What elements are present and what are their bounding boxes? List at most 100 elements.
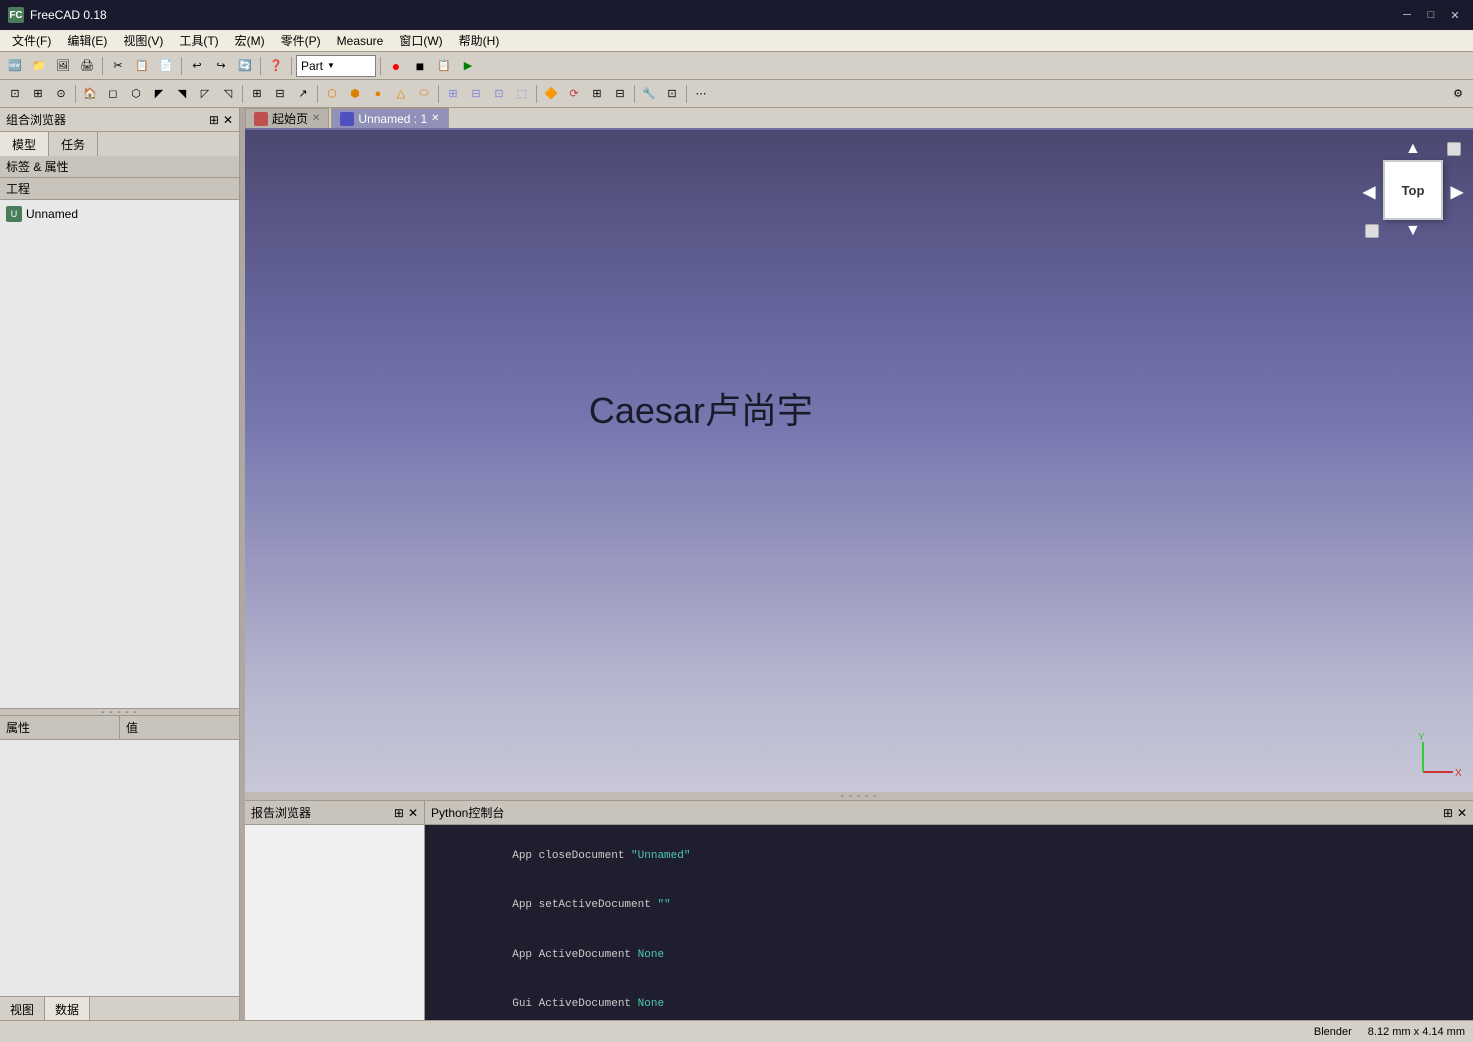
py-line-3: App ActiveDocument None bbox=[433, 930, 1465, 980]
menu-item-measure[interactable]: Measure bbox=[329, 32, 392, 50]
unnamed-tab-close-icon[interactable]: ✕ bbox=[431, 113, 439, 124]
part-revolve-button[interactable]: ⟳ bbox=[563, 83, 585, 105]
workbench-dropdown[interactable]: Part ▼ bbox=[296, 55, 376, 77]
start-page-tab-label: 起始页 bbox=[272, 110, 308, 127]
nav-cube-left-arrow[interactable]: ◀ bbox=[1363, 182, 1375, 202]
macro-saveas-button[interactable]: 📋 bbox=[433, 55, 455, 77]
navigation-cube[interactable]: ▲ ◀ Top ▶ ▼ bbox=[1363, 140, 1463, 240]
report-resize-icon[interactable]: ⊞ bbox=[394, 806, 404, 820]
view-toolbar: ⊡ ⊞ ⊙ 🏠 ◻ ⬡ ◤ ◥ ◸ ◹ ⊞ ⊟ ↗ ⬡ ⬢ ● △ ⬭ ⊞ ⊟ … bbox=[0, 80, 1473, 108]
tab-model[interactable]: 模型 bbox=[0, 132, 49, 156]
view-left-button[interactable]: ◸ bbox=[194, 83, 216, 105]
image-button[interactable]: 🖼 bbox=[52, 55, 74, 77]
part-checkgeometry-button[interactable]: 🔧 bbox=[638, 83, 660, 105]
part-common-button[interactable]: ⬚ bbox=[511, 83, 533, 105]
part-torus-button[interactable]: ⬭ bbox=[413, 83, 435, 105]
part-sphere-button[interactable]: ● bbox=[367, 83, 389, 105]
part-fuse-button[interactable]: ⊡ bbox=[488, 83, 510, 105]
nav-cube-up-arrow[interactable]: ▲ bbox=[1405, 140, 1421, 158]
maximize-button[interactable]: □ bbox=[1421, 5, 1441, 25]
copy-button[interactable]: 📋 bbox=[131, 55, 153, 77]
new-button[interactable]: 🆕 bbox=[4, 55, 26, 77]
tab-start-page[interactable]: 起始页 ✕ bbox=[245, 108, 329, 128]
combo-resize-icon[interactable]: ⊞ bbox=[209, 113, 219, 127]
view-right-button[interactable]: ◤ bbox=[148, 83, 170, 105]
toolbar-separator-1 bbox=[102, 57, 103, 75]
paste-button[interactable]: 📄 bbox=[155, 55, 177, 77]
menu-item-m[interactable]: 宏(M) bbox=[227, 30, 273, 51]
minimize-button[interactable]: ─ bbox=[1397, 5, 1417, 25]
more-tools-button[interactable]: ⋯ bbox=[690, 83, 712, 105]
fit-selection-button[interactable]: ⊞ bbox=[27, 83, 49, 105]
nav-cube-down-arrow[interactable]: ▼ bbox=[1405, 222, 1421, 240]
record-button[interactable]: ● bbox=[385, 55, 407, 77]
part-box-button[interactable]: ⬡ bbox=[321, 83, 343, 105]
draw-style-button[interactable]: ⊙ bbox=[50, 83, 72, 105]
nav-cube-corner-tr[interactable] bbox=[1447, 142, 1461, 156]
view-isometric-button[interactable]: ⊞ bbox=[246, 83, 268, 105]
stop-button[interactable]: ■ bbox=[409, 55, 431, 77]
part-mirror-button[interactable]: ⊞ bbox=[586, 83, 608, 105]
settings-button[interactable]: ⚙ bbox=[1447, 83, 1469, 105]
vertical-resize-handle[interactable]: - - - - - bbox=[0, 708, 239, 716]
viewport[interactable]: Caesar卢尚宇 ▲ ◀ Top ▶ ▼ X bbox=[245, 130, 1473, 792]
menu-item-p[interactable]: 零件(P) bbox=[273, 30, 329, 51]
part-extrude-button[interactable]: 🔶 bbox=[540, 83, 562, 105]
part-fillet-button[interactable]: ⊟ bbox=[609, 83, 631, 105]
toolbar-separator-5 bbox=[380, 57, 381, 75]
python-console-panel: Python控制台 ⊞ ✕ App closeDocument "Unnamed… bbox=[425, 801, 1473, 1020]
view-top-button[interactable]: ⬡ bbox=[125, 83, 147, 105]
redo-button[interactable]: ↪ bbox=[210, 55, 232, 77]
nav-cube-right-arrow[interactable]: ▶ bbox=[1451, 182, 1463, 202]
menu-item-t[interactable]: 工具(T) bbox=[171, 30, 226, 51]
menu-item-e[interactable]: 编辑(E) bbox=[59, 30, 115, 51]
py-line-2: App setActiveDocument "" bbox=[433, 881, 1465, 931]
part-cone-button[interactable]: △ bbox=[390, 83, 412, 105]
view-rear-button[interactable]: ◥ bbox=[171, 83, 193, 105]
combo-close-icon[interactable]: ✕ bbox=[223, 113, 233, 127]
menu-item-h[interactable]: 帮助(H) bbox=[451, 30, 508, 51]
right-area: 起始页 ✕ Unnamed : 1 ✕ Caesar卢尚宇 ▲ ◀ Top ▶ … bbox=[245, 108, 1473, 1020]
nav-cube-face-top[interactable]: Top bbox=[1383, 160, 1443, 220]
python-console-content[interactable]: App closeDocument "Unnamed" App setActiv… bbox=[425, 825, 1473, 1020]
view-front-button[interactable]: ◻ bbox=[102, 83, 124, 105]
view-home-button[interactable]: 🏠 bbox=[79, 83, 101, 105]
start-page-tab-close-icon[interactable]: ✕ bbox=[312, 113, 320, 124]
print-button[interactable]: 🖨 bbox=[76, 55, 98, 77]
close-button[interactable]: ✕ bbox=[1445, 5, 1465, 25]
tab-unnamed-1[interactable]: Unnamed : 1 ✕ bbox=[331, 108, 448, 128]
report-browser-header: 报告浏览器 ⊞ ✕ bbox=[245, 801, 424, 825]
view-trimetric-button[interactable]: ↗ bbox=[292, 83, 314, 105]
tab-view[interactable]: 视图 bbox=[0, 997, 45, 1020]
view-bottom-button[interactable]: ◹ bbox=[217, 83, 239, 105]
help-button[interactable]: ❓ bbox=[265, 55, 287, 77]
part-cut-button[interactable]: ⊟ bbox=[465, 83, 487, 105]
py-text-1: App closeDocument bbox=[512, 850, 631, 862]
cut-button[interactable]: ✂ bbox=[107, 55, 129, 77]
viewport-bottom-resize-handle[interactable]: - - - - - bbox=[245, 792, 1473, 800]
refresh-button[interactable]: 🔄 bbox=[234, 55, 256, 77]
axis-svg: X Y bbox=[1413, 732, 1463, 782]
part-boolean-button[interactable]: ⊞ bbox=[442, 83, 464, 105]
menu-item-v[interactable]: 视图(V) bbox=[115, 30, 171, 51]
fit-all-button[interactable]: ⊡ bbox=[4, 83, 26, 105]
macro-run-button[interactable]: ▶ bbox=[457, 55, 479, 77]
part-section-button[interactable]: ⊡ bbox=[661, 83, 683, 105]
python-close-icon[interactable]: ✕ bbox=[1457, 806, 1467, 820]
report-close-icon[interactable]: ✕ bbox=[408, 806, 418, 820]
nav-cube-corner-bl[interactable] bbox=[1365, 224, 1379, 238]
tree-item-unnamed[interactable]: U Unnamed bbox=[4, 204, 235, 224]
view-dimetric-button[interactable]: ⊟ bbox=[269, 83, 291, 105]
svg-text:Y: Y bbox=[1418, 732, 1425, 743]
python-resize-icon[interactable]: ⊞ bbox=[1443, 806, 1453, 820]
python-console-title: Python控制台 bbox=[431, 804, 504, 821]
tab-task[interactable]: 任务 bbox=[49, 132, 98, 156]
menu-item-f[interactable]: 文件(F) bbox=[4, 30, 59, 51]
open-button[interactable]: 📁 bbox=[28, 55, 50, 77]
part-cylinder-button[interactable]: ⬢ bbox=[344, 83, 366, 105]
tab-data[interactable]: 数据 bbox=[45, 997, 90, 1020]
workbench-value: Part bbox=[301, 59, 323, 73]
undo-button[interactable]: ↩ bbox=[186, 55, 208, 77]
py-text-3: App ActiveDocument bbox=[512, 949, 637, 961]
menu-item-w[interactable]: 窗口(W) bbox=[391, 30, 450, 51]
